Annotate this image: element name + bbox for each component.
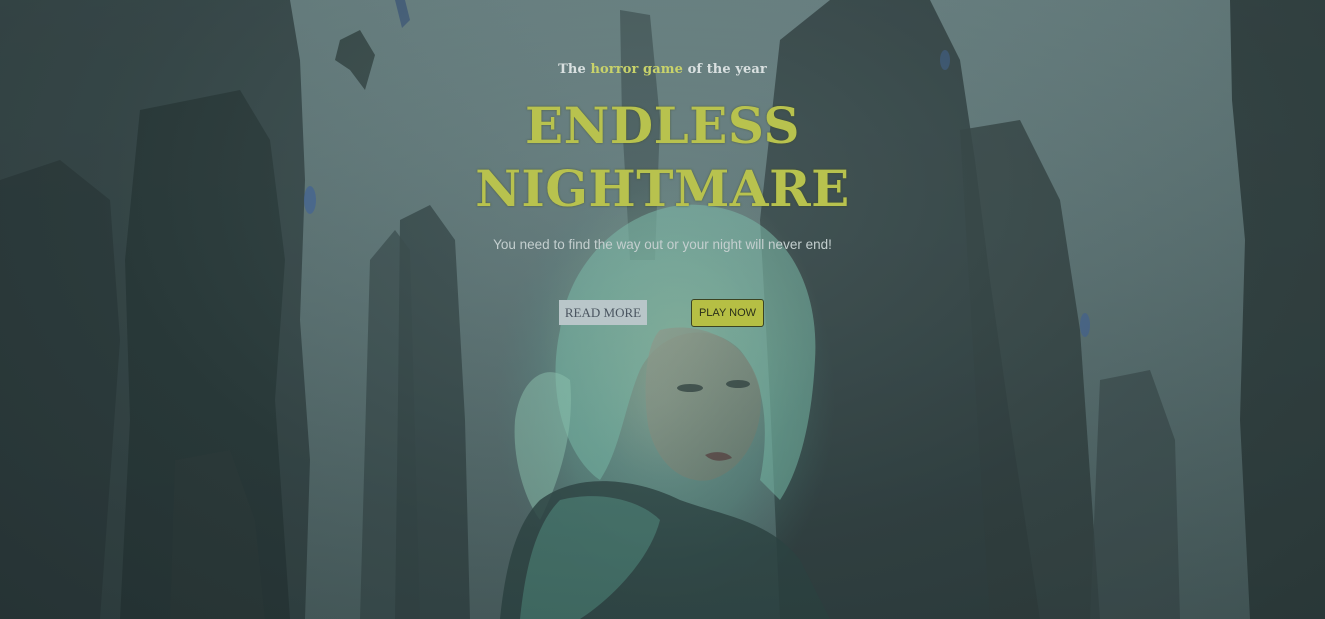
hero-section: The horror game of the year ENDLESS NIGH… [0,0,1325,619]
tagline-accent: horror game [590,62,683,77]
title-line-1: ENDLESS [524,96,801,155]
play-now-button[interactable]: PLAY NOW [691,299,764,327]
game-title: ENDLESS NIGHTMARE [0,94,1325,220]
tagline: The horror game of the year [0,62,1325,77]
dim-overlay [0,0,1325,619]
tagline-suffix: of the year [682,62,767,77]
read-more-button[interactable]: READ MORE [559,300,647,325]
title-line-2: NIGHTMARE [475,159,850,218]
subtitle: You need to find the way out or your nig… [493,237,832,252]
tagline-prefix: The [558,62,591,77]
